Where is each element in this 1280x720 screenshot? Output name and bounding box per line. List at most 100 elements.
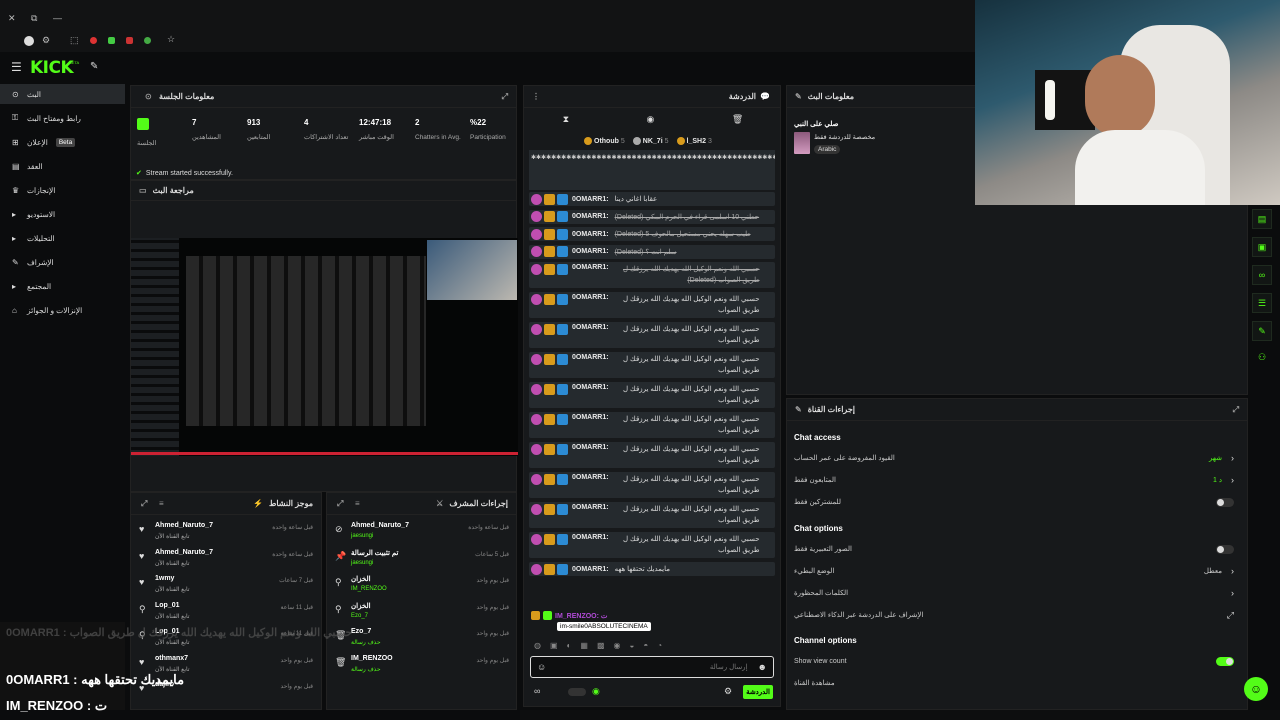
sidebar-item[interactable]: ⊙ البث xyxy=(0,84,125,104)
chat-username[interactable]: 0OMARR1: xyxy=(572,294,609,301)
chat-bubble-icon[interactable]: ◉ xyxy=(647,114,655,128)
extension-icon[interactable]: ⚙ xyxy=(42,35,50,46)
chat-username[interactable]: 0OMARR1: xyxy=(572,231,609,238)
emote-icon[interactable]: ◍ xyxy=(534,641,541,655)
chat-message[interactable]: 0OMARR1: سلم انت ؟ (Deleted) xyxy=(529,244,775,259)
chat-username[interactable]: 0OMARR1: xyxy=(572,504,609,511)
emoji-icon[interactable]: ☺ xyxy=(537,662,546,672)
chat-message[interactable]: 0OMARR1: حسبي الله ونعم الوكيل الله يهديك… xyxy=(529,442,775,468)
emote-icon[interactable]: ▦ xyxy=(580,641,588,655)
chat-message[interactable]: 0OMARR1: حسبي الله ونعم الوكيل الله يهديك… xyxy=(529,382,775,408)
expand-icon[interactable]: ⤢ xyxy=(502,92,508,102)
emote-icon[interactable]: ▣ xyxy=(550,641,558,655)
close-window-icon[interactable]: ✕ xyxy=(8,13,16,24)
chat-username[interactable]: 0OMARR1: xyxy=(572,248,609,255)
sidebar-item[interactable]: ♛ الإنجازات xyxy=(0,180,125,200)
chevron-right-icon[interactable]: › xyxy=(1231,588,1234,598)
emote-icon[interactable]: ▩ xyxy=(597,641,605,655)
sidebar-item[interactable]: ▤ العقد xyxy=(0,156,125,176)
trash-icon[interactable]: 🗑 xyxy=(732,114,743,128)
stream-preview-video[interactable] xyxy=(131,238,518,456)
channel-setting-row[interactable]: القيود المفروضة على عمر الحساب شهر › xyxy=(794,448,1240,468)
channel-setting-row[interactable]: الإشراف على الدردشة عبر الذكاء الاصطناعي… xyxy=(794,605,1240,625)
minimize-window-icon[interactable]: — xyxy=(53,13,62,23)
sidebar-item[interactable]: ✎ الإشراف xyxy=(0,252,125,272)
side-wrench-icon[interactable]: ✎ xyxy=(1252,321,1272,341)
top-chatter[interactable]: l_SH2 3 xyxy=(676,135,712,147)
chevron-right-icon[interactable]: › xyxy=(1231,453,1234,463)
kick-logo[interactable]: KICK xyxy=(30,58,74,78)
side-tool-icon[interactable]: ▤ xyxy=(1252,209,1272,229)
more-icon[interactable]: ⋮ xyxy=(532,92,540,101)
extension-icon[interactable]: ⬚ xyxy=(70,35,79,46)
chat-message[interactable]: 0OMARR1: حسبي الله ونعم الوكيل الله يهديك… xyxy=(529,502,775,528)
mod-action-title[interactable]: الخزان xyxy=(351,575,371,583)
toggle-switch[interactable] xyxy=(1216,544,1234,554)
chat-message[interactable]: 0OMARR1: عقابا اغاني دينا xyxy=(529,192,775,206)
activity-user[interactable]: Lop_01 xyxy=(155,602,180,609)
top-chatter[interactable]: Othoub 5 xyxy=(584,135,625,147)
chat-username[interactable]: 0OMARR1: xyxy=(572,444,609,451)
chat-username[interactable]: 0OMARR1: xyxy=(572,414,609,421)
activity-user[interactable]: othmanx7 xyxy=(155,655,188,662)
emote-icon[interactable]: ◓ xyxy=(643,641,648,655)
channel-setting-row[interactable]: Show view count xyxy=(794,651,1240,671)
chat-username[interactable]: 0OMARR1: xyxy=(572,566,609,573)
stream-category[interactable]: مخصصة للدردشة فقط xyxy=(814,133,875,141)
channel-setting-row[interactable]: الصور التعبيرية فقط xyxy=(794,539,1240,559)
menu-icon[interactable]: ☰ xyxy=(11,60,22,74)
side-link-icon[interactable]: ∞ xyxy=(1252,265,1272,285)
extension-icon[interactable] xyxy=(126,37,133,44)
chevron-right-icon[interactable]: › xyxy=(1231,475,1234,485)
mod-action-title[interactable]: IM_RENZOO xyxy=(351,655,393,662)
emote-icon[interactable]: ◉ xyxy=(614,641,621,655)
sidebar-item[interactable]: ⚿ رابط ومفتاح البث xyxy=(0,108,125,128)
chat-username[interactable]: 0OMARR1: xyxy=(572,354,609,361)
toggle-switch[interactable] xyxy=(1216,656,1234,666)
chat-message[interactable]: 0OMARR1: حطني 10 اسلمى قراء في الحرم المك… xyxy=(529,209,775,224)
expand-icon[interactable]: ⤢ xyxy=(337,499,343,509)
chevron-right-icon[interactable]: › xyxy=(1231,566,1234,576)
emote-icon[interactable]: ◐ xyxy=(567,641,572,655)
chat-message[interactable]: 0OMARR1: حسبي الله ونعم الوكيل الله يهديك… xyxy=(529,292,775,318)
bookmark-star-icon[interactable]: ☆ xyxy=(167,34,175,45)
chat-message[interactable]: 0OMARR1: مايمديك تحتقها ههه xyxy=(529,562,775,576)
expand-icon[interactable]: ⤢ xyxy=(1233,405,1239,415)
help-button[interactable]: ☺ xyxy=(1244,677,1268,701)
channel-setting-row[interactable]: الكلمات المحظورة › xyxy=(794,583,1240,603)
expand-icon[interactable]: ⤢ xyxy=(141,499,147,509)
smile-icon[interactable]: ☻ xyxy=(758,662,767,672)
chat-message[interactable]: 0OMARR1: حسبي الله ونعم الوكيل الله يهديك… xyxy=(529,322,775,348)
filter-icon[interactable]: ≡ xyxy=(355,499,360,508)
activity-user[interactable]: Ahmed_Naruto_7 xyxy=(155,522,213,529)
profile-icon[interactable] xyxy=(24,36,34,46)
channel-setting-row[interactable]: المتابعون فقط 1 د › xyxy=(794,470,1240,490)
extension-icon[interactable] xyxy=(144,37,151,44)
chat-message[interactable]: 0OMARR1: حسبي الله ونعم الوكيل الله يهديك… xyxy=(529,412,775,438)
side-users-icon[interactable]: ⚇ xyxy=(1258,352,1266,363)
chat-input[interactable]: ☺ إرسال رسالة ☻ xyxy=(530,656,774,678)
pin-icon[interactable]: ✎ xyxy=(90,61,98,72)
extension-icon[interactable] xyxy=(108,37,115,44)
channel-setting-row[interactable]: مشاهدة القناة xyxy=(794,673,1240,693)
chat-message[interactable]: 0OMARR1: طيب سهله يحني مستحيل مالحوف 5 (D… xyxy=(529,227,775,241)
emote-icon[interactable]: ◒ xyxy=(630,641,635,655)
send-chat-button[interactable]: الدردشة xyxy=(743,685,773,699)
sidebar-item[interactable]: ▸ الاستوديو xyxy=(0,204,125,224)
restore-window-icon[interactable]: ⧉ xyxy=(31,13,37,24)
chat-mode-toggle[interactable] xyxy=(568,688,586,696)
chat-message[interactable]: 0OMARR1: حسبي الله ونعم الوكيل الله يهديك… xyxy=(529,532,775,558)
toggle-switch[interactable] xyxy=(1216,497,1234,507)
mod-action-title[interactable]: الخزان xyxy=(351,602,371,610)
chat-username[interactable]: 0OMARR1: xyxy=(572,474,609,481)
top-chatter[interactable]: NK_7i 5 xyxy=(632,135,669,147)
sidebar-item[interactable]: ▸ التحليلات xyxy=(0,228,125,248)
hourglass-icon[interactable]: ⧗ xyxy=(563,114,569,128)
chat-username[interactable]: 0OMARR1: xyxy=(572,264,609,271)
sidebar-item[interactable]: ▸ المجتمع xyxy=(0,276,125,296)
mod-action-title[interactable]: Ahmed_Naruto_7 xyxy=(351,522,409,529)
activity-user[interactable]: 1wmy xyxy=(155,575,174,582)
sidebar-item[interactable]: ⊞ الإعلان Beta xyxy=(0,132,125,152)
activity-user[interactable]: Ahmed_Naruto_7 xyxy=(155,549,213,556)
extension-icon[interactable] xyxy=(90,37,97,44)
